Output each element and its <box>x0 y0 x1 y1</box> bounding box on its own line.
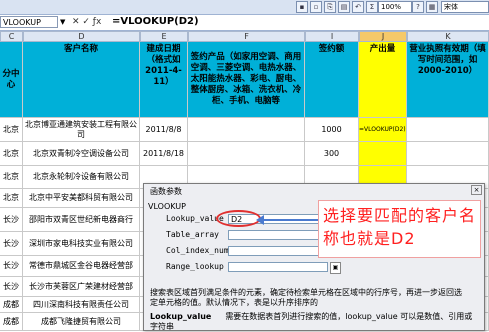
cell-c[interactable]: 长沙 <box>0 208 23 232</box>
cell-e[interactable]: 2011/8/18 <box>140 142 188 166</box>
cell-d[interactable]: 北京博亚通建筑安装工程有限公司 <box>23 118 140 142</box>
function-name: VLOOKUP <box>148 202 186 211</box>
copy-icon[interactable]: ⎘ <box>324 1 336 13</box>
cell-d[interactable]: 四川深南科技有限责任公司 <box>23 297 140 313</box>
parameter-description: Lookup_value 需要在数据表首列进行搜索的值，lookup_value … <box>150 312 476 332</box>
header-cell-date[interactable]: 建成日期（格式如2011-4-11） <box>140 42 188 118</box>
header-cell-customer[interactable]: 客户名称 <box>23 42 140 118</box>
chart-icon[interactable]: ▦ <box>426 1 438 13</box>
cell-c[interactable]: 长沙 <box>0 256 23 277</box>
dialog-title: 函数参数 <box>150 187 182 196</box>
parameter-name: Lookup_value <box>150 312 212 321</box>
name-box[interactable]: VLOOKUP <box>0 16 58 28</box>
cell-d[interactable]: 成都飞隆捷贸有限公司 <box>23 313 140 331</box>
cell-i[interactable]: 1000 <box>305 118 359 142</box>
cell-d[interactable]: 常德市鼎城区金谷电器经营部 <box>23 256 140 277</box>
collapse-dialog-icon[interactable]: ▣ <box>330 262 341 274</box>
column-header-c[interactable]: C <box>0 31 23 42</box>
range-lookup-input[interactable] <box>228 262 328 272</box>
cell-d[interactable]: 北京双青制冷空调设备公司 <box>23 142 140 166</box>
header-cell-product[interactable]: 签约产品（如家用空调、商用空调、三菱空调、电热水器、太阳能热水器、彩电、厨电、整… <box>188 42 305 118</box>
field-label-range-lookup: Range_lookup <box>166 262 224 271</box>
cell-c[interactable]: 北京 <box>0 166 23 189</box>
header-cell-output[interactable]: 产出量 <box>359 42 407 118</box>
zoom-select[interactable]: 100% <box>378 1 412 13</box>
arrow-line <box>262 219 319 221</box>
cell-c[interactable]: 北京 <box>0 142 23 166</box>
cell-c[interactable]: 成都 <box>0 313 23 331</box>
help-icon[interactable]: ? <box>412 1 424 13</box>
cell-c[interactable]: 长沙 <box>0 232 23 256</box>
formula-input[interactable]: =VLOOKUP(D2) <box>112 16 199 28</box>
formula-bar: VLOOKUP ▼ ✕ ✓ ƒx =VLOOKUP(D2) <box>0 15 489 31</box>
toolbar: ▪ ▫ ⎘ ▤ ↶ Σ ↕ 100% ? ▦ 宋体 <box>0 0 489 15</box>
cell-f[interactable] <box>188 142 305 166</box>
formula-buttons[interactable]: ✕ ✓ ƒx <box>72 16 101 28</box>
undo-icon[interactable]: ↶ <box>352 1 364 13</box>
chevron-down-icon[interactable]: ▼ <box>60 16 70 28</box>
function-description: 搜索表区域首列满足条件的元素，确定待检索单元格在区域中的行序号，再进一步返回选定… <box>150 288 462 307</box>
header-cell-amount[interactable]: 签约额 <box>305 42 359 118</box>
cell-c[interactable]: 长沙 <box>0 277 23 297</box>
header-cell-center[interactable]: 分中心 <box>0 42 23 118</box>
cell-f[interactable] <box>188 118 305 142</box>
field-label-col-index-num: Col_index_num <box>166 246 229 255</box>
cell-d[interactable]: 北京永轮制冷设备有限公司 <box>23 166 140 189</box>
cell-d[interactable]: 深圳市家电科技实业有限公司 <box>23 232 140 256</box>
cell-d[interactable]: 北京中平安美都科贸有限公司 <box>23 189 140 208</box>
column-header-e[interactable]: E <box>140 31 188 42</box>
column-header-k[interactable]: K <box>407 31 489 42</box>
cell-i[interactable]: 300 <box>305 142 359 166</box>
font-select[interactable]: 宋体 <box>441 1 489 13</box>
column-header-i[interactable]: I <box>305 31 359 42</box>
cell-d[interactable]: 长沙市芙蓉区广荣建材经营部 <box>23 277 140 297</box>
close-icon[interactable]: × <box>471 185 482 195</box>
cell-j[interactable]: =VLOOKUP(D2) <box>359 118 407 142</box>
cell-j[interactable] <box>359 142 407 166</box>
save-icon[interactable]: ▪ <box>296 1 308 13</box>
table-array-input[interactable] <box>228 230 328 240</box>
cell-c[interactable]: 北京 <box>0 118 23 142</box>
header-cell-license[interactable]: 营业执照有效期（填写时间范围，如2000-2010） <box>407 42 489 118</box>
col-index-num-input[interactable] <box>228 246 328 256</box>
field-label-table-array: Table_array <box>166 230 219 239</box>
paste-icon[interactable]: ▤ <box>338 1 350 13</box>
cell-c[interactable]: 成都 <box>0 297 23 313</box>
column-header-j[interactable]: J <box>359 31 407 42</box>
sum-icon[interactable]: Σ <box>366 1 378 13</box>
annotation-callout: 选择要匹配的客户名称也就是D2 <box>318 200 481 258</box>
print-icon[interactable]: ▫ <box>310 1 322 13</box>
column-header-f[interactable]: F <box>188 31 305 42</box>
cell-c[interactable]: 北京 <box>0 189 23 208</box>
cell-e[interactable]: 2011/8/8 <box>140 118 188 142</box>
cell-k[interactable] <box>407 118 489 142</box>
highlight-oval <box>216 210 261 227</box>
column-header-d[interactable]: D <box>23 31 140 42</box>
cell-k[interactable] <box>407 142 489 166</box>
cell-d[interactable]: 邵阳市双青区世纪新电器商行 <box>23 208 140 232</box>
